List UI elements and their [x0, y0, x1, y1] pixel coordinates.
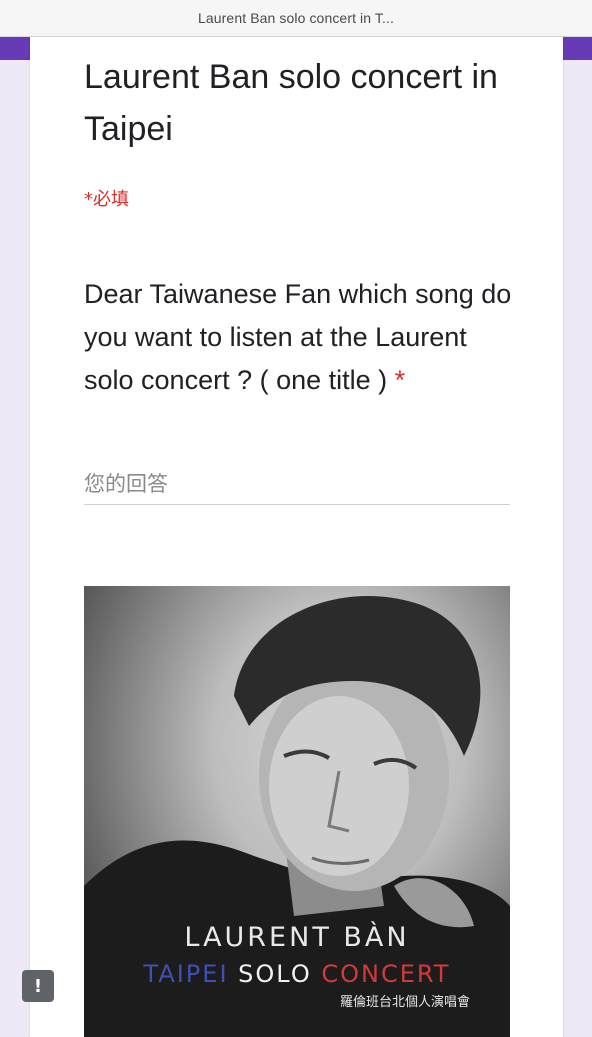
form-card: Laurent Ban solo concert in Taipei *必填 D…: [30, 37, 563, 1037]
required-note: *必填: [84, 189, 129, 210]
answer-input[interactable]: [84, 463, 510, 505]
poster-subtitle-solo: SOLO: [238, 960, 312, 988]
form-title: Laurent Ban solo concert in Taipei: [84, 58, 498, 148]
browser-page-title: Laurent Ban solo concert in T...: [198, 10, 394, 26]
question-text: Dear Taiwanese Fan which song do you wan…: [84, 279, 512, 395]
question-title: Dear Taiwanese Fan which song do you wan…: [84, 273, 514, 402]
poster-chinese-title: 羅倫班台北個人演唱會: [339, 995, 470, 1010]
poster-subtitle: TAIPEI SOLO CONCERT: [84, 960, 510, 988]
required-asterisk: *: [394, 365, 406, 395]
browser-title-bar: Laurent Ban solo concert in T...: [0, 0, 592, 37]
poster-subtitle-concert: CONCERT: [321, 960, 451, 988]
report-abuse-button[interactable]: !: [22, 970, 54, 1002]
poster-subtitle-taipei: TAIPEI: [143, 960, 229, 988]
exclamation-icon: !: [33, 975, 43, 997]
poster-artist-name: LAURENT BÀN: [184, 922, 410, 953]
concert-poster-image: LAURENT BÀN TAIPEI SOLO CONCERT 羅倫班台北個人演…: [84, 586, 510, 1037]
